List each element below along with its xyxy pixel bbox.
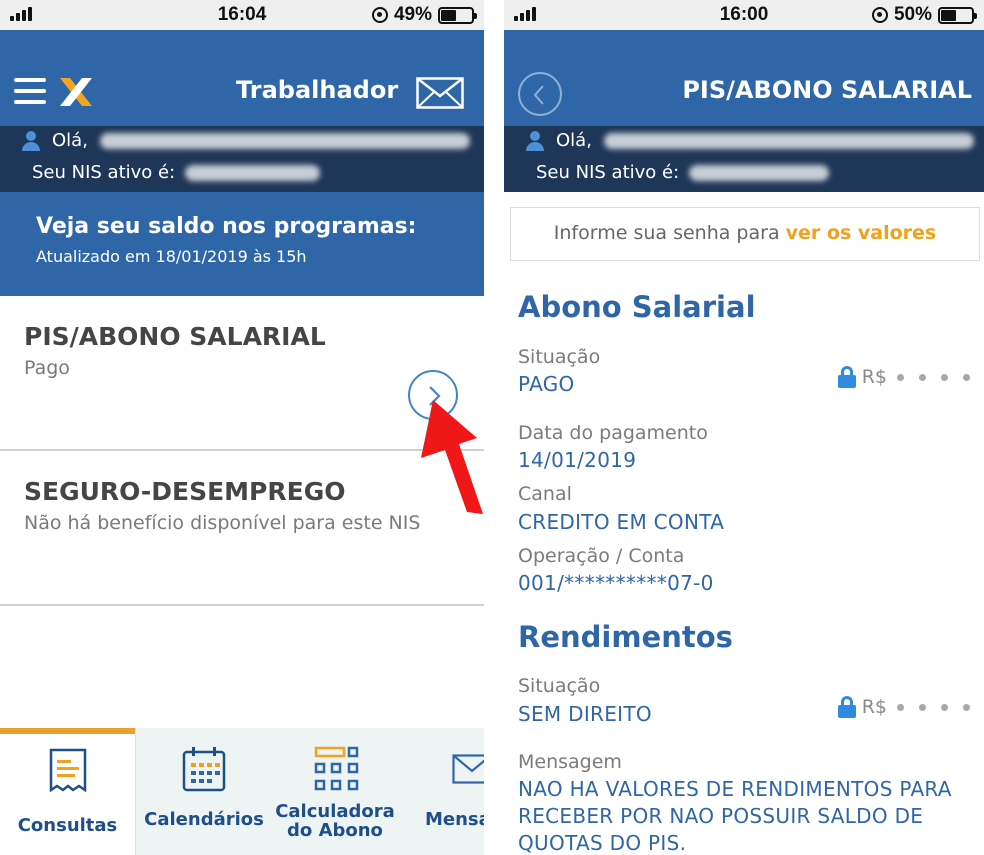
situacao-value: SEM DIREITO <box>518 702 652 726</box>
blurred-user-name <box>99 132 470 149</box>
rotation-lock-icon <box>871 7 888 23</box>
section-title-abono: Abono Salarial <box>518 290 756 324</box>
masked-value-dots <box>897 373 970 381</box>
screenshot-gap <box>484 0 504 855</box>
page-title: Trabalhador <box>236 76 399 104</box>
tab-consultas[interactable]: Consultas <box>0 728 135 855</box>
tab-label: Consultas <box>17 815 118 836</box>
rotation-lock-icon <box>371 7 388 23</box>
user-info-bar: Olá, Seu NIS ativo é: <box>0 126 484 192</box>
mensagem-value: NAO HA VALORES DE RENDIMENTOS PARA RECEB… <box>518 777 952 855</box>
operacao-label: Operação / Conta <box>518 545 685 567</box>
data-pagamento-label: Data do pagamento <box>518 422 708 444</box>
user-info-bar: Olá, Seu NIS ativo é: <box>504 126 984 192</box>
mensagem-label: Mensagem <box>518 751 622 773</box>
status-bar: 16:04 49% <box>0 0 484 30</box>
battery-icon <box>438 6 477 24</box>
app-header: PIS/ABONO SALARIAL <box>504 30 984 126</box>
blurred-nis-number <box>689 164 830 181</box>
tab-label: Calculadora do Abono <box>275 801 395 841</box>
operacao-value: 001/**********07-0 <box>518 571 714 595</box>
tab-label: Calendários <box>144 809 264 830</box>
tab-calendarios[interactable]: Calendários <box>136 728 272 855</box>
page-title: PIS/ABONO SALARIAL <box>682 76 972 104</box>
greeting-text: Olá, <box>52 130 88 151</box>
tab-label: Mensa <box>425 809 484 830</box>
saldo-banner: Veja seu saldo nos programas: Atualizado… <box>0 192 484 296</box>
data-pagamento-value: 14/01/2019 <box>518 448 637 472</box>
receipt-icon <box>49 748 87 793</box>
user-icon <box>22 130 40 151</box>
canal-value: CREDITO EM CONTA <box>518 510 725 534</box>
caixa-logo-icon <box>60 78 92 106</box>
blurred-user-name <box>603 132 974 149</box>
bottom-tab-bar: Consultas Calendários Calculadora do Abo… <box>0 728 484 855</box>
calendar-icon <box>182 747 226 792</box>
menu-icon[interactable] <box>14 78 46 111</box>
section-title-rendimentos: Rendimentos <box>518 620 733 654</box>
lock-icon <box>837 696 856 718</box>
battery-percent: 50% <box>893 4 932 25</box>
battery-icon <box>938 6 977 24</box>
currency-label: R$ <box>861 366 887 388</box>
program-card-seguro[interactable]: SEGURO-DESEMPREGO Não há benefício dispo… <box>0 451 484 606</box>
masked-value-dots <box>897 703 970 711</box>
calculator-icon <box>314 746 359 791</box>
tab-mensagens[interactable]: Mensa <box>408 728 484 855</box>
situacao-value: PAGO <box>518 372 575 396</box>
greeting-text: Olá, <box>556 130 592 151</box>
lock-icon <box>837 366 856 388</box>
nis-label: Seu NIS ativo é: <box>32 162 176 183</box>
situacao-label: Situação <box>518 675 601 697</box>
program-card-pis[interactable]: PIS/ABONO SALARIAL Pago <box>0 296 484 451</box>
situacao-label: Situação <box>518 346 601 368</box>
hidden-value[interactable]: R$ <box>837 696 970 718</box>
hidden-value[interactable]: R$ <box>837 366 970 388</box>
battery-percent: 49% <box>393 4 432 25</box>
app-header: Trabalhador <box>0 30 484 126</box>
saldo-updated: Atualizado em 18/01/2019 às 15h <box>36 247 307 266</box>
red-pointer-arrow-icon <box>421 400 483 514</box>
right-phone-screen: 16:00 50% PIS/ABONO SALARIAL Olá, Seu NI… <box>504 0 984 855</box>
program-title: PIS/ABONO SALARIAL <box>24 322 326 351</box>
left-phone-screen: 16:04 49% Trabalhador Olá, Seu NIS ativo… <box>0 0 484 855</box>
tab-calculadora[interactable]: Calculadora do Abono <box>272 728 398 855</box>
password-prompt[interactable]: Informe sua senha para ver os valores <box>510 207 980 261</box>
mail-icon[interactable] <box>416 77 464 109</box>
canal-label: Canal <box>518 483 572 505</box>
blurred-nis-number <box>185 164 321 181</box>
program-status: Não há benefício disponível para este NI… <box>24 512 421 534</box>
password-prompt-text: Informe sua senha para <box>553 222 780 244</box>
user-icon <box>526 130 544 151</box>
nis-label: Seu NIS ativo é: <box>536 162 680 183</box>
currency-label: R$ <box>861 696 887 718</box>
status-bar: 16:00 50% <box>504 0 984 30</box>
program-status: Pago <box>24 357 70 379</box>
mail-icon <box>452 754 484 784</box>
program-title: SEGURO-DESEMPREGO <box>24 477 346 506</box>
saldo-title: Veja seu saldo nos programas: <box>36 214 417 239</box>
view-values-link[interactable]: ver os valores <box>786 222 937 244</box>
back-button[interactable] <box>518 72 562 116</box>
chevron-left-icon <box>533 85 544 105</box>
